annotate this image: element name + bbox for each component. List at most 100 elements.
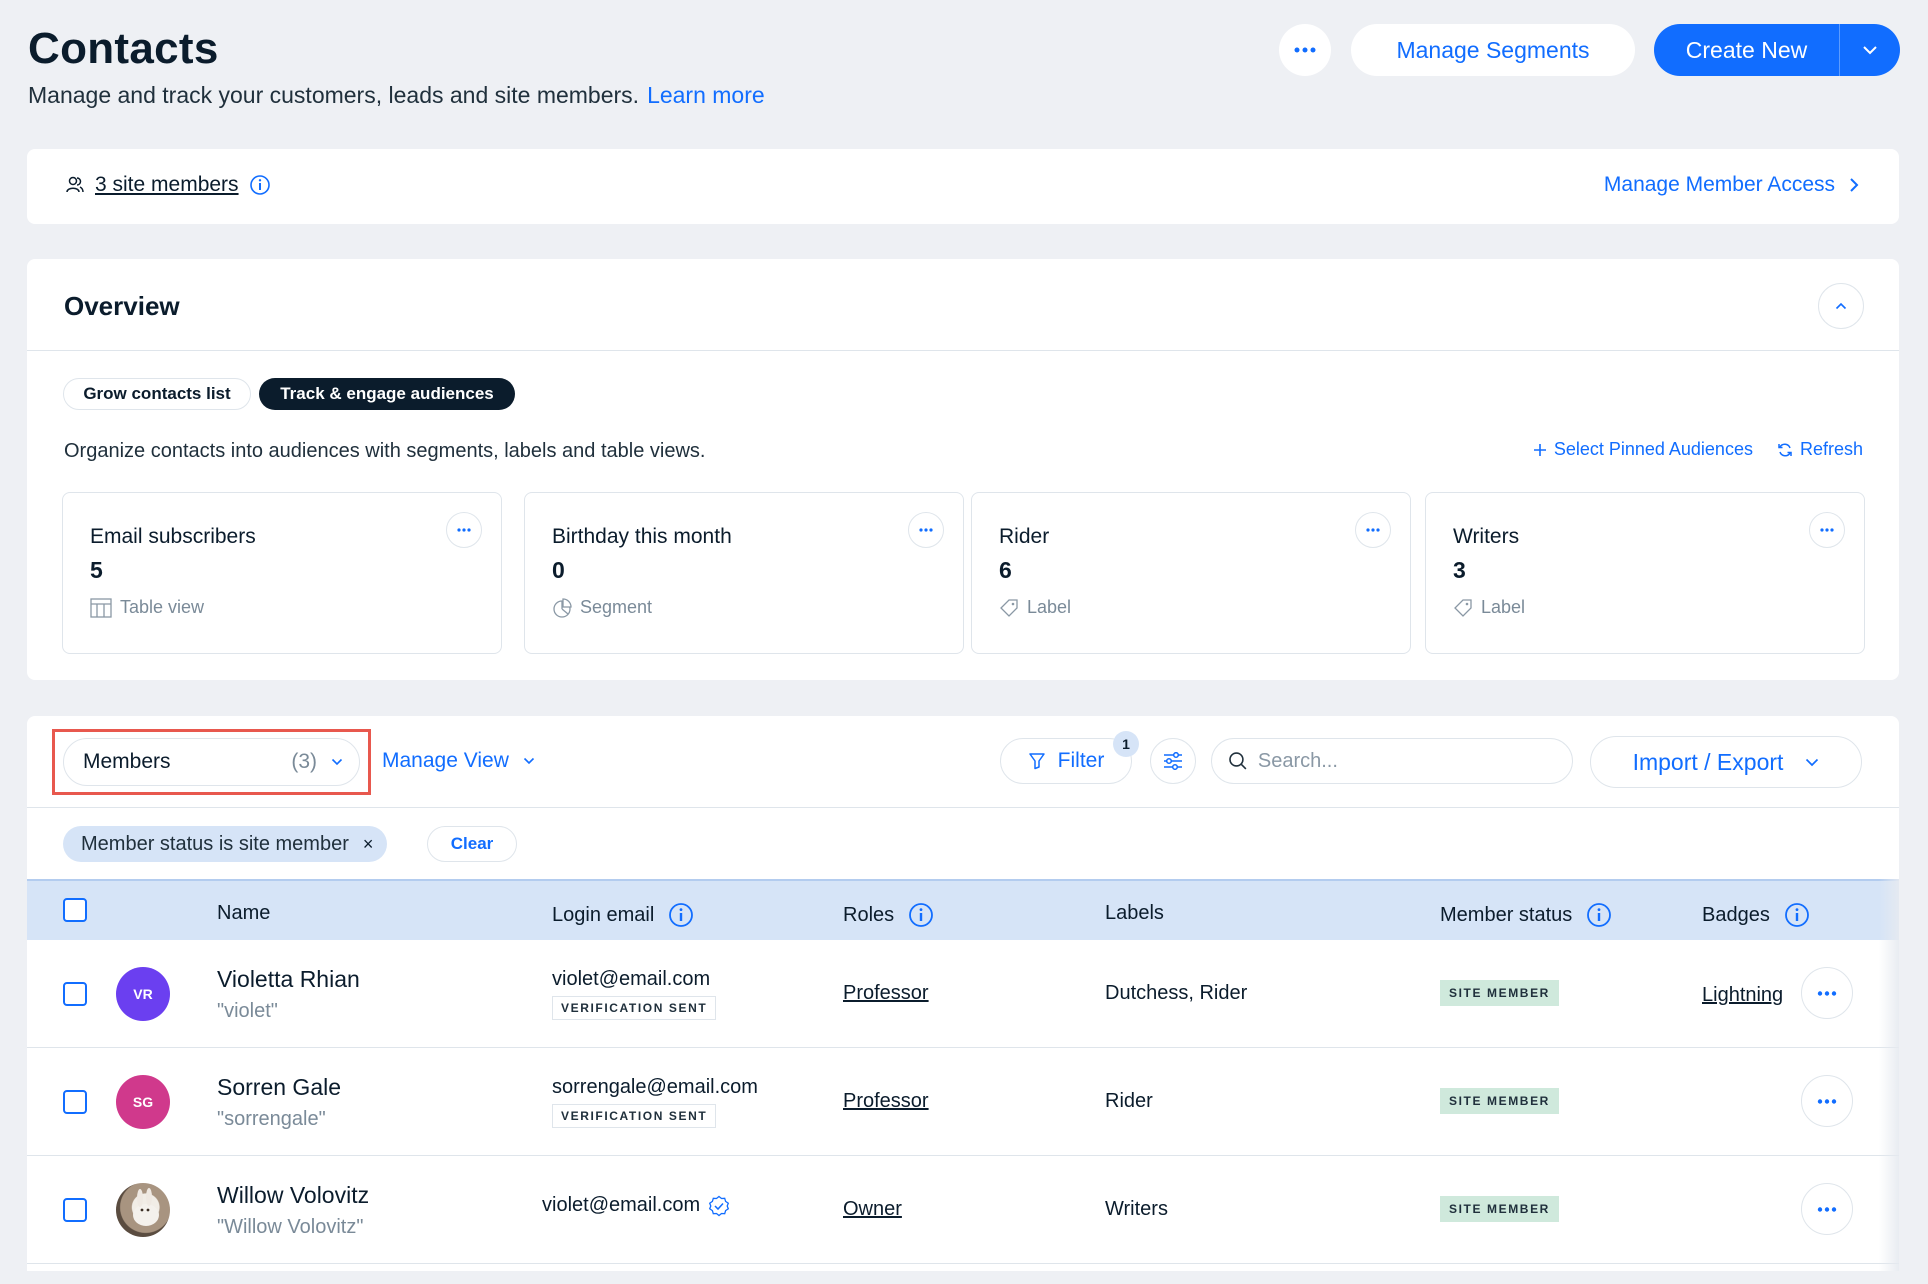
create-new-label[interactable]: Create New <box>1654 37 1839 64</box>
learn-more-link[interactable]: Learn more <box>647 82 765 108</box>
column-labels-label: Labels <box>1105 902 1164 924</box>
info-icon[interactable] <box>668 902 694 928</box>
column-member-status[interactable]: Member status <box>1440 902 1612 928</box>
column-login-email[interactable]: Login email <box>552 902 694 928</box>
info-icon[interactable] <box>249 174 271 196</box>
column-badges[interactable]: Badges <box>1702 902 1810 928</box>
table-row[interactable]: VR Violetta Rhian "violet" violet@email.… <box>27 940 1899 1048</box>
table-header: Name Login email Roles Labels Member sta… <box>27 879 1899 940</box>
audience-type-label: Label <box>1027 597 1072 617</box>
column-roles[interactable]: Roles <box>843 902 934 928</box>
overview-title: Overview <box>64 291 180 321</box>
more-dots-icon <box>919 528 933 532</box>
audience-type-label: Segment <box>580 597 653 617</box>
contacts-table-card: Members (3) Manage View Filter 1 Import … <box>27 716 1899 1271</box>
refresh-button[interactable]: Refresh <box>1777 439 1863 460</box>
overview-card: Overview Grow contacts list Track & enga… <box>27 259 1899 680</box>
column-name[interactable]: Name <box>217 902 270 925</box>
contact-nickname: "sorrengale" <box>217 1108 326 1130</box>
audience-card-email-subscribers[interactable]: Email subscribers 5 Table view <box>62 492 502 654</box>
site-members-summary: 3 site members <box>65 173 271 197</box>
row-checkbox[interactable] <box>63 1090 87 1114</box>
import-export-label[interactable]: Import / Export <box>1633 749 1784 776</box>
audience-count: 3 <box>1453 557 1466 583</box>
info-icon[interactable] <box>1784 902 1810 928</box>
clear-filters-button[interactable]: Clear <box>427 826 517 862</box>
select-pinned-label[interactable]: Select Pinned Audiences <box>1554 439 1753 460</box>
row-more-button[interactable] <box>1801 1075 1853 1127</box>
avatar: VR <box>116 967 170 1021</box>
more-actions-button[interactable] <box>1279 24 1331 76</box>
contact-name[interactable]: Willow Volovitz <box>217 1182 369 1209</box>
table-row[interactable]: SG Sorren Gale "sorrengale" sorrengale@e… <box>27 1048 1899 1156</box>
create-new-dropdown[interactable] <box>1840 45 1900 55</box>
site-members-bar: 3 site members Manage Member Access <box>27 149 1899 224</box>
search-icon <box>1229 752 1247 770</box>
overview-actions: Select Pinned Audiences Refresh <box>1533 439 1863 460</box>
contact-name[interactable]: Sorren Gale <box>217 1074 341 1101</box>
audience-card-writers[interactable]: Writers 3 Label <box>1425 492 1865 654</box>
badge-link[interactable]: Lightning <box>1702 984 1783 1007</box>
contact-labels: Rider <box>1105 1090 1153 1112</box>
status-badge: SITE MEMBER <box>1440 1196 1559 1222</box>
plus-icon <box>1533 443 1546 456</box>
refresh-label[interactable]: Refresh <box>1800 439 1863 460</box>
row-checkbox[interactable] <box>63 982 87 1006</box>
manage-view-label[interactable]: Manage View <box>382 749 509 773</box>
search-input[interactable] <box>1257 749 1556 773</box>
column-labels[interactable]: Labels <box>1105 902 1164 925</box>
label-tag-icon <box>1000 598 1018 617</box>
login-email: sorrengale@email.com <box>552 1076 758 1098</box>
table-icon <box>90 597 112 618</box>
status-badge: SITE MEMBER <box>1440 980 1559 1006</box>
row-checkbox[interactable] <box>63 1198 87 1222</box>
info-icon[interactable] <box>1586 902 1612 928</box>
active-filter-label: Member status is site member <box>81 832 349 855</box>
create-new-button[interactable]: Create New <box>1654 24 1900 76</box>
members-icon <box>66 176 84 193</box>
row-more-button[interactable] <box>1801 967 1853 1019</box>
info-icon[interactable] <box>908 902 934 928</box>
site-members-link[interactable]: 3 site members <box>95 173 239 197</box>
import-export-button[interactable]: Import / Export <box>1590 736 1862 788</box>
column-login-email-label: Login email <box>552 903 655 926</box>
status-badge: SITE MEMBER <box>1440 1088 1559 1114</box>
login-email: violet@email.com <box>542 1194 701 1216</box>
audience-more-button[interactable] <box>446 512 482 548</box>
customize-columns-button[interactable] <box>1150 738 1196 784</box>
select-all-checkbox[interactable] <box>63 898 87 922</box>
active-filter-chip[interactable]: Member status is site member × <box>63 826 388 862</box>
filter-count-badge: 1 <box>1113 731 1139 757</box>
row-more-button[interactable] <box>1801 1183 1853 1235</box>
table-row[interactable]: Willow Volovitz "Willow Volovitz" violet… <box>27 1156 1899 1264</box>
manage-member-access-label[interactable]: Manage Member Access <box>1604 173 1835 197</box>
audience-card-birthday[interactable]: Birthday this month 0 Segment <box>524 492 964 654</box>
filter-label[interactable]: Filter <box>1058 749 1105 773</box>
tab-track-engage[interactable]: Track & engage audiences <box>259 378 515 410</box>
manage-segments-button[interactable]: Manage Segments <box>1351 24 1635 76</box>
audience-card-rider[interactable]: Rider 6 Label <box>971 492 1411 654</box>
contact-nickname: "violet" <box>217 1000 278 1022</box>
audience-more-button[interactable] <box>1355 512 1391 548</box>
audience-count: 5 <box>90 557 103 583</box>
audience-name: Email subscribers <box>90 525 256 548</box>
overview-description: Organize contacts into audiences with se… <box>64 440 706 462</box>
role-link[interactable]: Owner <box>843 1198 902 1221</box>
contact-name[interactable]: Violetta Rhian <box>217 966 360 993</box>
role-link[interactable]: Professor <box>843 982 929 1005</box>
manage-member-access-link[interactable]: Manage Member Access <box>1604 173 1859 197</box>
manage-view-dropdown[interactable]: Manage View <box>382 749 535 773</box>
role-link[interactable]: Professor <box>843 1090 929 1113</box>
chevron-down-icon <box>1806 758 1819 766</box>
tab-grow-contacts[interactable]: Grow contacts list <box>63 378 251 410</box>
more-dots-icon <box>1817 1206 1837 1212</box>
contact-nickname: "Willow Volovitz" <box>217 1216 364 1238</box>
search-field[interactable] <box>1211 738 1573 784</box>
select-pinned-audiences-button[interactable]: Select Pinned Audiences <box>1533 439 1753 460</box>
audience-more-button[interactable] <box>908 512 944 548</box>
audience-more-button[interactable] <box>1809 512 1845 548</box>
audience-count: 6 <box>999 557 1012 583</box>
view-selector-highlight <box>52 729 371 795</box>
remove-filter-icon[interactable]: × <box>363 834 374 855</box>
collapse-overview-button[interactable] <box>1818 283 1864 329</box>
